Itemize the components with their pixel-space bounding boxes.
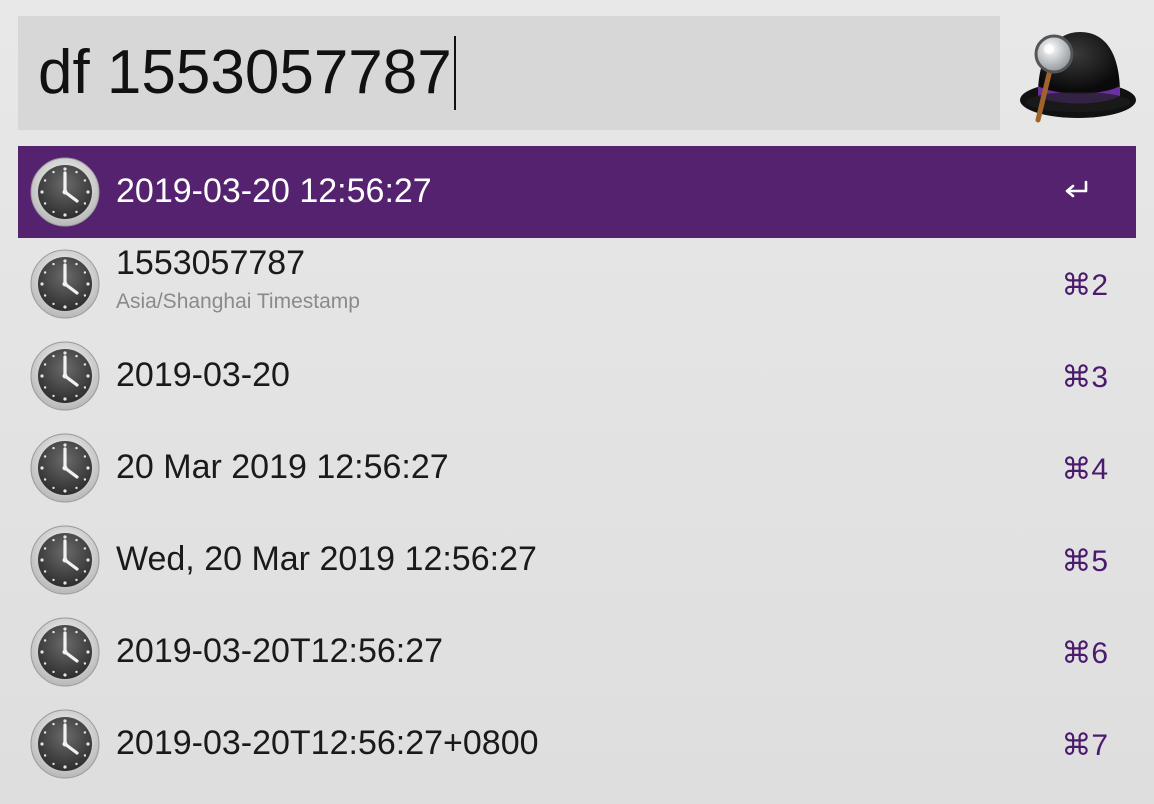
result-title: 2019-03-20: [116, 356, 290, 394]
result-shortcut: ⌘5: [1061, 545, 1108, 578]
result-title: 2019-03-20T12:56:27: [116, 632, 444, 670]
result-subtitle: Asia/Shanghai Timestamp: [116, 290, 360, 313]
result-title: 1553057787: [116, 244, 306, 282]
alfred-window: df 1553057787 2019-03-20 12:56:27 155305…: [0, 0, 1154, 804]
alfred-hat-icon[interactable]: [1016, 24, 1140, 128]
result-shortcut: ⌘3: [1061, 361, 1108, 394]
result-row[interactable]: 2019-03-20 12:56:27: [18, 146, 1136, 238]
result-row[interactable]: 2019-03-20 ⌘3: [18, 330, 1136, 422]
result-title: Wed, 20 Mar 2019 12:56:27: [116, 540, 537, 578]
result-shortcut: ⌘7: [1061, 729, 1108, 762]
result-row[interactable]: 1553057787 Asia/Shanghai Timestamp ⌘2: [18, 238, 1136, 330]
clock-icon: [30, 525, 100, 595]
result-row[interactable]: 20 Mar 2019 12:56:27 ⌘4: [18, 422, 1136, 514]
result-shortcut: ⌘4: [1061, 453, 1108, 486]
result-shortcut: ⌘2: [1061, 269, 1108, 302]
clock-icon: [30, 617, 100, 687]
result-row[interactable]: 2019-03-20T12:56:27 ⌘6: [18, 606, 1136, 698]
text-caret: [453, 36, 456, 110]
result-row[interactable]: 2019-03-20T12:56:27+0800 ⌘7: [18, 698, 1136, 790]
results-list: 2019-03-20 12:56:27 1553057787 Asia/Shangh…: [18, 146, 1136, 790]
clock-icon: [30, 249, 100, 319]
result-title: 2019-03-20 12:56:27: [116, 172, 432, 210]
clock-icon: [30, 341, 100, 411]
search-query: df 1553057787: [38, 38, 452, 107]
result-row[interactable]: Wed, 20 Mar 2019 12:56:27 ⌘5: [18, 514, 1136, 606]
result-title: 20 Mar 2019 12:56:27: [116, 448, 449, 486]
search-box[interactable]: df 1553057787: [18, 16, 1000, 130]
clock-icon: [30, 157, 100, 227]
enter-icon: [1062, 178, 1092, 204]
result-title: 2019-03-20T12:56:27+0800: [116, 724, 539, 762]
search-input[interactable]: df 1553057787: [38, 36, 456, 110]
clock-icon: [30, 709, 100, 779]
result-shortcut: ⌘6: [1061, 637, 1108, 670]
clock-icon: [30, 433, 100, 503]
